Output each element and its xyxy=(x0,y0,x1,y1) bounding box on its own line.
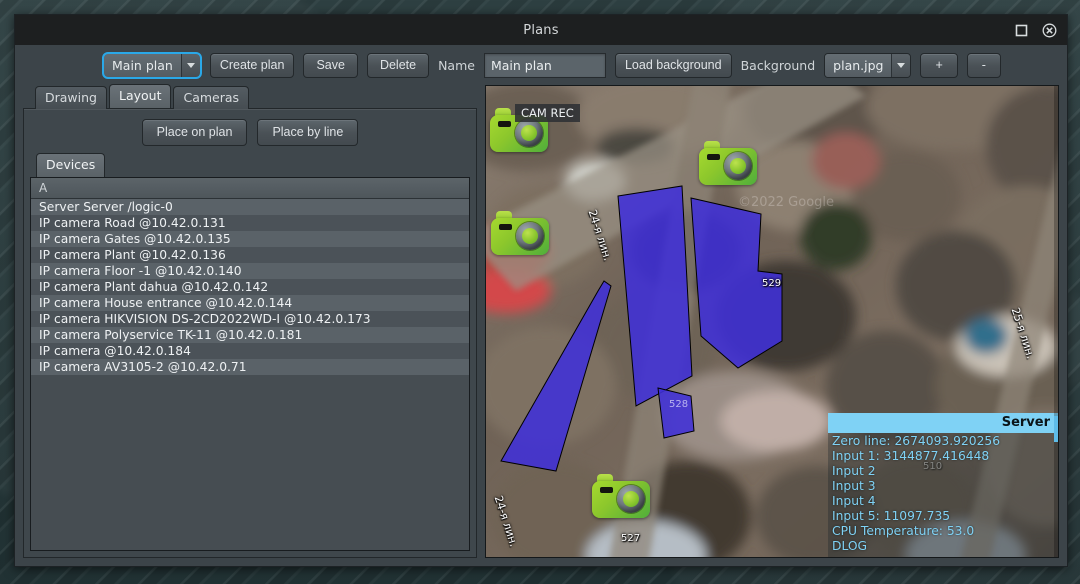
parcel-label: 527 xyxy=(621,533,640,544)
camera-icon-viewfinder xyxy=(707,154,720,160)
server-info-popup: Server Zero line: 2674093.920256Input 1:… xyxy=(828,413,1058,557)
device-list-item[interactable]: IP camera HIKVISION DS-2CD2022WD-I @10.4… xyxy=(31,311,469,327)
device-list-item[interactable]: IP camera AV3105-2 @10.42.0.71 xyxy=(31,359,469,375)
parcel-label: 529 xyxy=(762,278,781,289)
server-info-line: Input 1: 3144877.416448 xyxy=(832,449,1058,464)
device-list-item[interactable]: IP camera Floor -1 @10.42.0.140 xyxy=(31,263,469,279)
zoom-out-button[interactable]: - xyxy=(967,53,1001,78)
map-scrollbar-thumb[interactable] xyxy=(1054,416,1058,442)
layout-panel: Place on plan Place by line Devices A Se… xyxy=(23,108,477,558)
plans-window: Plans Main plan Create plan Save Delete … xyxy=(14,14,1068,567)
tab-layout[interactable]: Layout xyxy=(109,84,172,108)
camera-icon-lens xyxy=(515,119,543,147)
server-popup-body: Zero line: 2674093.920256Input 1: 314487… xyxy=(828,433,1058,557)
background-label: Background xyxy=(741,58,816,73)
camera-marker-4[interactable] xyxy=(592,474,650,518)
camera-icon-lens xyxy=(724,152,752,180)
devices-list-body[interactable]: Server Server /logic-0IP camera Road @10… xyxy=(31,199,469,550)
plan-select[interactable]: Main plan xyxy=(103,53,201,78)
camera-marker-3[interactable] xyxy=(491,211,549,255)
cam-rec-badge: CAM REC xyxy=(515,104,580,122)
server-info-line: DLOG xyxy=(832,539,1058,554)
camera-icon-viewfinder xyxy=(499,224,512,230)
tab-devices[interactable]: Devices xyxy=(36,153,105,177)
zoom-in-button[interactable]: + xyxy=(920,53,957,78)
window-body: Drawing Layout Cameras Place on plan Pla… xyxy=(15,85,1067,566)
chevron-down-icon xyxy=(181,54,200,77)
devices-list[interactable]: A Server Server /logic-0IP camera Road @… xyxy=(30,177,470,551)
server-popup-title: Server xyxy=(828,413,1058,433)
name-input[interactable] xyxy=(484,53,606,78)
server-info-line: Input 5: 11097.735 xyxy=(832,509,1058,524)
window-controls xyxy=(1013,15,1057,45)
left-pane: Drawing Layout Cameras Place on plan Pla… xyxy=(23,85,477,558)
device-list-item[interactable]: IP camera Plant dahua @10.42.0.142 xyxy=(31,279,469,295)
place-by-line-button[interactable]: Place by line xyxy=(257,119,358,146)
camera-icon-lens xyxy=(617,485,645,513)
load-background-button[interactable]: Load background xyxy=(615,53,732,78)
plans-toolbar: Main plan Create plan Save Delete Name L… xyxy=(15,45,1067,85)
create-plan-button[interactable]: Create plan xyxy=(210,53,295,78)
camera-icon-viewfinder xyxy=(600,487,613,493)
save-button[interactable]: Save xyxy=(303,53,358,78)
maximize-icon[interactable] xyxy=(1013,22,1029,38)
server-info-line: Input 3 xyxy=(832,479,1058,494)
svg-text:©2022 Google: ©2022 Google xyxy=(738,195,834,210)
device-list-item[interactable]: IP camera House entrance @10.42.0.144 xyxy=(31,295,469,311)
main-tabs: Drawing Layout Cameras xyxy=(23,85,477,108)
server-info-line: Input 2 xyxy=(832,464,1058,479)
place-buttons-row: Place on plan Place by line xyxy=(24,109,476,155)
background-select-value: plan.jpg xyxy=(825,54,891,77)
device-list-item[interactable]: Server Server /logic-0 xyxy=(31,199,469,215)
window-title: Plans xyxy=(523,23,558,38)
background-select[interactable]: plan.jpg xyxy=(824,53,911,78)
map-vertical-scrollbar[interactable] xyxy=(1054,86,1058,557)
camera-icon-viewfinder xyxy=(498,121,511,127)
parcel-label: 528 xyxy=(669,399,688,410)
devices-list-header[interactable]: A xyxy=(31,178,469,199)
place-on-plan-button[interactable]: Place on plan xyxy=(142,119,248,146)
server-info-line: CPU Temperature: 53.0 xyxy=(832,524,1058,539)
device-list-item[interactable]: IP camera Plant @10.42.0.136 xyxy=(31,247,469,263)
server-info-line: Input 4 xyxy=(832,494,1058,509)
name-label: Name xyxy=(438,58,475,73)
tab-cameras[interactable]: Cameras xyxy=(173,86,249,109)
close-icon[interactable] xyxy=(1041,22,1057,38)
plan-map-canvas[interactable]: ©2022 Google 24-я лин. 24-я лин. 25-я ли… xyxy=(485,85,1059,558)
chevron-down-icon xyxy=(891,54,910,77)
plan-select-value: Main plan xyxy=(104,54,181,77)
window-titlebar: Plans xyxy=(15,15,1067,45)
tab-drawing[interactable]: Drawing xyxy=(35,86,107,109)
camera-marker-2[interactable] xyxy=(699,141,757,185)
delete-button[interactable]: Delete xyxy=(367,53,429,78)
device-list-item[interactable]: IP camera @10.42.0.184 xyxy=(31,343,469,359)
camera-icon-lens xyxy=(516,222,544,250)
device-list-item[interactable]: IP camera Gates @10.42.0.135 xyxy=(31,231,469,247)
devices-subtabs: Devices xyxy=(24,155,476,177)
device-list-item[interactable]: IP camera Road @10.42.0.131 xyxy=(31,215,469,231)
device-list-item[interactable]: IP camera Polyservice TK-11 @10.42.0.181 xyxy=(31,327,469,343)
server-info-line: Zero line: 2674093.920256 xyxy=(832,434,1058,449)
